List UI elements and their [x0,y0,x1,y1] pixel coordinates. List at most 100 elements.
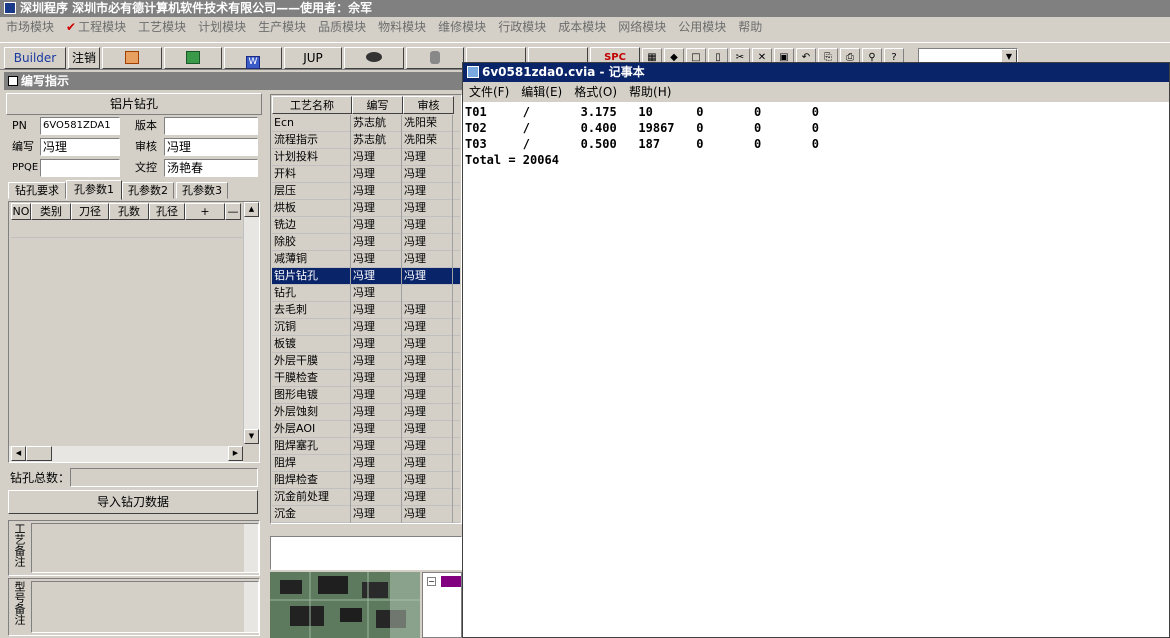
table-row[interactable]: 沉铜 冯理 冯理 [272,319,460,336]
logout-button[interactable]: 注销 [68,47,100,69]
scroll-down-icon[interactable]: ▼ [244,429,259,444]
menu-maintenance[interactable]: 维修模块 [432,17,492,37]
jup-button[interactable]: JUP [284,47,342,69]
author-cell: 冯理 [351,200,402,217]
menu-cost[interactable]: 成本模块 [552,17,612,37]
table-row[interactable]: 板镀 冯理 冯理 [272,336,460,353]
menu-process[interactable]: 工艺模块 [132,17,192,37]
tab-hole-params-2[interactable]: 孔参数2 [122,182,174,199]
drill-total-field[interactable] [70,468,258,487]
tree-view[interactable]: − [422,572,462,638]
menu-production[interactable]: 生产模块 [252,17,312,37]
table-row[interactable]: 阻焊塞孔 冯理 冯理 [272,438,460,455]
author-cell: 冯理 [351,438,402,455]
excel-button[interactable] [164,47,222,69]
menu-help[interactable]: 帮助 [732,17,768,37]
builder-button[interactable]: Builder [4,47,66,69]
process-name-cell: 流程指示 [272,132,351,149]
table-row[interactable]: 沉金 冯理 冯理 [272,506,460,523]
grid-add-button[interactable]: + [185,203,225,220]
reviewer-field[interactable]: 冯理 [164,138,258,156]
version-field[interactable] [164,117,258,135]
reviewer-cell: 冯理 [402,200,453,217]
model-note-input[interactable] [31,581,259,633]
table-row[interactable]: Ecn 苏志航 冼阳荣 [272,115,460,132]
menu-network[interactable]: 网络模块 [612,17,672,37]
author-field[interactable]: 冯理 [40,138,120,156]
powerpoint-button[interactable] [102,47,162,69]
word-button[interactable]: W [224,47,282,69]
window-icon [8,76,18,86]
reviewer-cell: 冯理 [402,268,453,285]
grid-header-hole-dia: 孔径 [149,203,185,220]
table-row[interactable]: 阻焊检查 冯理 冯理 [272,472,460,489]
menu-admin[interactable]: 行政模块 [492,17,552,37]
doc-control-field[interactable]: 汤艳春 [164,159,258,177]
table-row[interactable]: 外层AOI 冯理 冯理 [272,421,460,438]
grid-horizontal-scrollbar[interactable]: ◀ ▶ [9,446,243,462]
author-cell: 冯理 [351,319,402,336]
table-row[interactable]: 层压 冯理 冯理 [272,183,460,200]
table-row[interactable]: 计划投料 冯理 冯理 [272,149,460,166]
table-row[interactable]: 沉金前处理 冯理 冯理 [272,489,460,506]
note-scrollbar[interactable] [244,524,258,572]
process-name-cell: 烘板 [272,200,351,217]
reviewer-cell: 冯理 [402,251,453,268]
table-row[interactable]: 去毛刺 冯理 冯理 [272,302,460,319]
table-row[interactable]: 钻孔 冯理 [272,285,460,302]
panel-title-bar: 编写指示 [4,72,462,90]
table-row[interactable]: 减薄铜 冯理 冯理 [272,251,460,268]
drill-total-label: 钻孔总数： [10,471,71,485]
menu-quality[interactable]: 品质模块 [312,17,372,37]
table-row[interactable]: 铣边 冯理 冯理 [272,217,460,234]
menu-market[interactable]: 市场模块 [0,17,60,37]
process-table: 工艺名称 编写 审核 Ecn 苏志航 冼阳荣 流程指示 苏志航 冼阳荣 计划投料 冯理 冯理 开料… [270,94,462,524]
table-row[interactable]: 干膜检查 冯理 冯理 [272,370,460,387]
notepad-menu-format[interactable]: 格式(O) [568,82,623,102]
tab-hole-params-1[interactable]: 孔参数1 [66,180,122,200]
menu-plan[interactable]: 计划模块 [192,17,252,37]
author-cell: 冯理 [351,455,402,472]
tree-node-selected[interactable] [441,576,461,587]
drill-grid-empty-row[interactable] [11,221,243,238]
process-name-cell: 外层蚀刻 [272,404,351,421]
table-row[interactable]: 铝片钻孔 冯理 冯理 [272,268,460,285]
table-row[interactable]: 图形电镀 冯理 冯理 [272,387,460,404]
table-row[interactable]: 阻焊 冯理 冯理 [272,455,460,472]
process-name-cell: 阻焊 [272,455,351,472]
tab-hole-params-3[interactable]: 孔参数3 [176,182,228,199]
tree-collapse-icon[interactable]: − [427,577,436,586]
scroll-up-icon[interactable]: ▲ [244,202,259,217]
grid-remove-button[interactable]: — [225,203,241,220]
tab-drill-requirements[interactable]: 钻孔要求 [8,182,66,199]
import-drill-data-button[interactable]: 导入钻刀数据 [8,490,258,514]
table-row[interactable]: 外层干膜 冯理 冯理 [272,353,460,370]
app-titlebar: 深圳程序 深圳市必有德计算机软件技术有限公司——使用者：佘军 [0,0,1170,17]
notepad-text-area[interactable]: T01 / 3.175 10 0 0 0 T02 / 0.400 19867 0… [465,104,1167,637]
table-row[interactable]: 外层蚀刻 冯理 冯理 [272,404,460,421]
scroll-left-icon[interactable]: ◀ [11,446,26,461]
notepad-window: 6v0581zda0.cvia - 记事本 文件(F) 编辑(E) 格式(O) 帮助(… [462,62,1170,638]
bottom-input-box[interactable] [270,536,462,570]
grid-vertical-scrollbar[interactable]: ▲ ▼ [243,202,259,444]
menu-engineering[interactable]: ✔ 工程模块 [60,17,132,37]
notepad-menu-edit[interactable]: 编辑(E) [515,82,568,102]
model-note-scrollbar[interactable] [244,582,258,632]
pn-field[interactable]: 6VO581ZDA1 [40,117,120,135]
table-row[interactable]: 流程指示 苏志航 冼阳荣 [272,132,460,149]
database-button[interactable] [406,47,464,69]
scroll-right-icon[interactable]: ▶ [228,446,243,461]
notepad-menu-help[interactable]: 帮助(H) [623,82,677,102]
process-table-body: Ecn 苏志航 冼阳荣 流程指示 苏志航 冼阳荣 计划投料 冯理 冯理 开料 冯理 冯理 层压 冯理 冯理烘… [272,115,462,523]
menu-public[interactable]: 公用模块 [672,17,732,37]
ppqe-field[interactable] [40,159,120,177]
notepad-menu-file[interactable]: 文件(F) [463,82,515,102]
view-button[interactable] [344,47,404,69]
menu-material[interactable]: 物料模块 [372,17,432,37]
table-row[interactable]: 烘板 冯理 冯理 [272,200,460,217]
process-note-input[interactable] [31,523,259,573]
process-name-cell: 去毛刺 [272,302,351,319]
scroll-thumb[interactable] [26,446,52,461]
table-row[interactable]: 开料 冯理 冯理 [272,166,460,183]
table-row[interactable]: 除胶 冯理 冯理 [272,234,460,251]
